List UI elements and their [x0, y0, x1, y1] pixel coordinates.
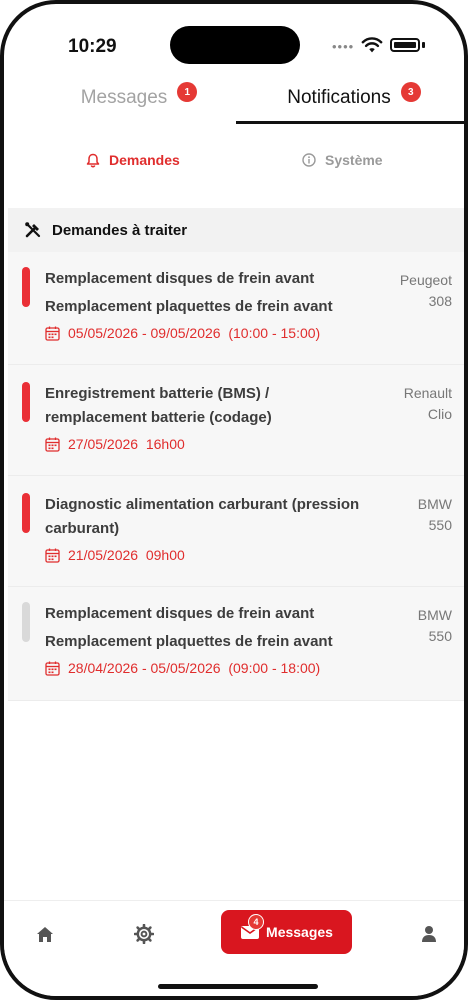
- item-title-line: carburant): [45, 520, 120, 537]
- vehicle-make: Renault: [403, 385, 452, 401]
- phone-frame: 10:29 •••• Messages 1 Notifications 3 De…: [0, 0, 468, 1000]
- dynamic-island: [170, 26, 300, 64]
- item-date: 21/05/2026 09h00: [45, 547, 376, 563]
- settings-icon: [134, 924, 154, 944]
- item-date: 27/05/2026 16h00: [45, 436, 376, 452]
- signal-icon: ••••: [332, 39, 355, 54]
- nav-profile[interactable]: [414, 919, 444, 949]
- subtab-demandes-label: Demandes: [109, 152, 180, 168]
- vehicle-model: 550: [428, 628, 452, 644]
- sub-tabs: Demandes Système: [4, 152, 464, 178]
- calendar-icon: [45, 326, 60, 341]
- status-bar-indicator: [22, 267, 30, 307]
- active-tab-underline: [236, 121, 464, 124]
- status-bar-indicator: [22, 602, 30, 642]
- status-bar-indicator: [22, 493, 30, 533]
- status-time: 10:29: [68, 36, 117, 57]
- item-texts: Remplacement disques de frein avant Remp…: [45, 267, 376, 341]
- item-title-line: Enregistrement batterie (BMS) /: [45, 385, 270, 402]
- list-item[interactable]: Remplacement disques de frein avant Remp…: [8, 252, 464, 365]
- list-item[interactable]: Enregistrement batterie (BMS) / remplace…: [8, 365, 464, 476]
- calendar-icon: [45, 437, 60, 452]
- item-date: 05/05/2026 - 09/05/2026 (10:00 - 15:00): [45, 325, 376, 341]
- item-vehicle: BMW 550: [418, 605, 452, 647]
- top-tabs: Messages 1 Notifications 3: [4, 74, 464, 126]
- wifi-icon: [361, 37, 383, 53]
- list-item[interactable]: Diagnostic alimentation carburant (press…: [8, 476, 464, 587]
- nav-home[interactable]: [30, 919, 60, 949]
- status-bar: 10:29 ••••: [4, 24, 464, 68]
- nav-settings[interactable]: [129, 919, 159, 949]
- calendar-icon: [45, 548, 60, 563]
- item-title-line: Remplacement disques de frein avant: [45, 270, 315, 287]
- battery-icon: [390, 38, 420, 52]
- item-vehicle: BMW 550: [418, 494, 452, 536]
- item-vehicle: Renault Clio: [404, 383, 452, 425]
- item-title-line: Remplacement plaquettes de frein avant: [45, 298, 333, 315]
- subtab-systeme-label: Système: [325, 152, 383, 168]
- bottom-nav: 4 Messages: [4, 900, 464, 996]
- tab-notifications[interactable]: Notifications 3: [236, 74, 464, 122]
- vehicle-make: Peugeot: [399, 272, 452, 288]
- battery-tip: [422, 42, 425, 48]
- tab-messages-badge: 1: [177, 82, 198, 102]
- request-list: Remplacement disques de frein avant Remp…: [8, 252, 464, 701]
- tab-messages[interactable]: Messages 1: [44, 74, 234, 122]
- item-date-text: 05/05/2026 - 09/05/2026 (10:00 - 15:00): [68, 325, 321, 341]
- tab-notifications-badge: 3: [400, 82, 421, 102]
- item-title-line: remplacement batterie (codage): [45, 409, 272, 426]
- section-title: Demandes à traiter: [52, 221, 188, 239]
- item-texts: Remplacement disques de frein avant Remp…: [45, 602, 376, 676]
- messages-badge: 4: [248, 914, 265, 930]
- vehicle-make: BMW: [417, 607, 452, 623]
- list-item[interactable]: Remplacement disques de frein avant Remp…: [8, 587, 464, 701]
- vehicle-model: 308: [428, 293, 452, 309]
- status-bar-indicator: [22, 382, 30, 422]
- vehicle-make: BMW: [417, 496, 452, 512]
- profile-icon: [422, 926, 436, 942]
- item-title-line: Remplacement disques de frein avant: [45, 605, 315, 622]
- tab-notifications-label: Notifications: [287, 87, 391, 108]
- mail-icon: 4: [240, 914, 265, 941]
- vehicle-model: Clio: [427, 406, 452, 422]
- item-date: 28/04/2026 - 05/05/2026 (09:00 - 18:00): [45, 660, 376, 676]
- nav-messages-label: Messages: [266, 924, 333, 940]
- section-header: Demandes à traiter: [8, 208, 464, 252]
- info-icon: [302, 153, 316, 167]
- item-date-text: 21/05/2026 09h00: [68, 547, 185, 563]
- tools-icon: [25, 222, 41, 238]
- vehicle-model: 550: [428, 517, 452, 533]
- item-texts: Enregistrement batterie (BMS) / remplace…: [45, 382, 376, 452]
- home-indicator: [158, 984, 318, 989]
- item-date-text: 28/04/2026 - 05/05/2026 (09:00 - 18:00): [68, 660, 321, 676]
- nav-messages-button[interactable]: 4 Messages: [221, 910, 352, 954]
- bell-icon: [86, 153, 100, 167]
- subtab-systeme[interactable]: Système: [302, 152, 383, 168]
- item-texts: Diagnostic alimentation carburant (press…: [45, 493, 376, 563]
- tab-messages-label: Messages: [80, 87, 168, 108]
- item-title-line: Diagnostic alimentation carburant (press…: [45, 496, 360, 513]
- calendar-icon: [45, 661, 60, 676]
- item-vehicle: Peugeot 308: [400, 270, 452, 312]
- item-date-text: 27/05/2026 16h00: [68, 436, 185, 452]
- home-icon: [37, 926, 53, 942]
- item-title-line: Remplacement plaquettes de frein avant: [45, 633, 333, 650]
- subtab-demandes[interactable]: Demandes: [86, 152, 180, 168]
